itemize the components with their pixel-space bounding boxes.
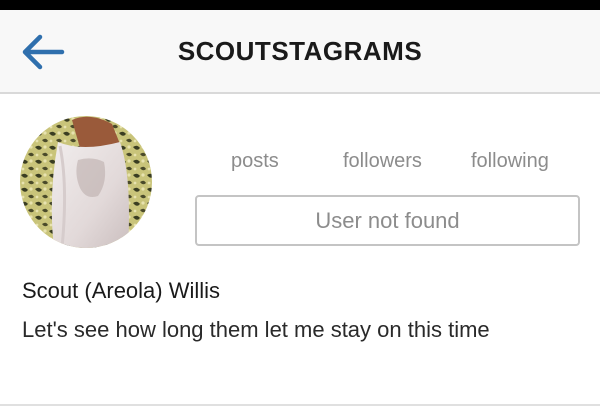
- page-title: SCOUTSTAGRAMS: [177, 36, 423, 66]
- profile-bio: Let's see how long them let me stay on t…: [22, 317, 490, 342]
- profile-name: Scout (Areola) Willis: [22, 278, 221, 303]
- divider: [0, 404, 600, 406]
- posts-label[interactable]: posts: [231, 150, 279, 173]
- nav-bar: SCOUTSTAGRAMS: [0, 10, 600, 94]
- user-not-found-button[interactable]: User not found: [195, 195, 580, 246]
- avatar[interactable]: [20, 116, 152, 248]
- avatar-photo: [20, 116, 152, 248]
- status-bar: [0, 0, 600, 10]
- followers-label[interactable]: followers: [343, 150, 422, 173]
- following-label[interactable]: following: [471, 150, 549, 173]
